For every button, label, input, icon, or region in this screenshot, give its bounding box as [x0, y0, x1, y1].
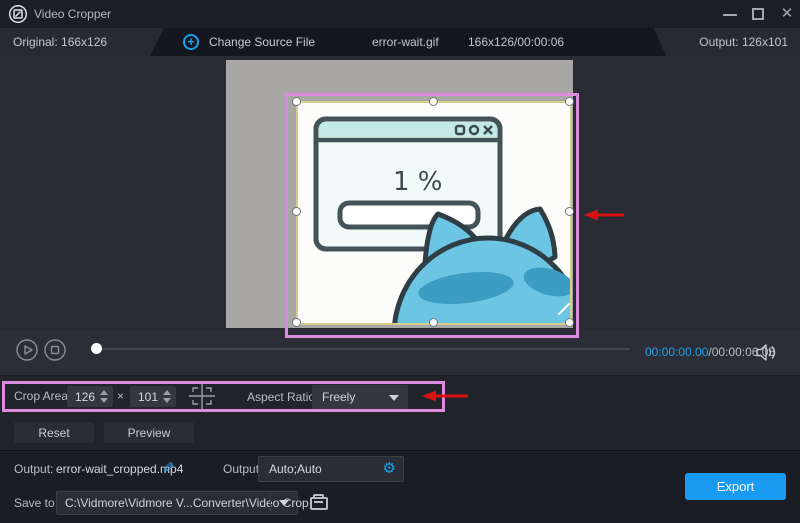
- crop-width-stepper[interactable]: [67, 386, 113, 407]
- annotation-arrow-crop-icon: [584, 208, 624, 222]
- crop-height-spin-arrows: [163, 388, 173, 405]
- stop-button[interactable]: [44, 339, 66, 361]
- annotation-arrow-controls-icon: [422, 389, 468, 403]
- save-to-label: Save to:: [14, 491, 58, 515]
- playback-bar: 00:00:00.00/00:00:06.05: [0, 330, 800, 375]
- crop-position-icon: [189, 383, 215, 409]
- combobox-divider: [270, 494, 271, 512]
- crop-area-label: Crop Area:: [14, 386, 71, 407]
- preview-area: 1 %: [0, 56, 800, 330]
- crop-height-input[interactable]: [130, 386, 160, 407]
- plus-icon: +: [183, 34, 199, 50]
- crop-handle-bottom-center[interactable]: [429, 318, 438, 327]
- crop-handle-top-left[interactable]: [292, 97, 301, 106]
- crop-width-spin-arrows: [100, 388, 110, 405]
- save-path-value: C:\Vidmore\Vidmore V...Converter\Video C…: [65, 492, 309, 514]
- original-size-tab: Original: 166x126: [0, 28, 164, 56]
- stop-icon: [52, 347, 59, 354]
- seek-slider-track[interactable]: [100, 348, 630, 350]
- volume-button[interactable]: [756, 344, 778, 361]
- chevron-down-icon: [389, 395, 399, 401]
- output-profile-dropdown[interactable]: Auto;Auto ⚙: [258, 456, 404, 482]
- minimize-icon: [723, 14, 737, 16]
- window-title: Video Cropper: [34, 0, 111, 28]
- maximize-icon: [752, 8, 764, 20]
- play-icon: [25, 346, 32, 354]
- crop-controls-section: Crop Area: × Aspect Ratio: Freely Reset …: [0, 375, 800, 450]
- source-filename: error-wait.gif: [372, 28, 439, 56]
- cartoon-percent-text: 1 %: [393, 167, 443, 197]
- crop-width-input[interactable]: [67, 386, 97, 407]
- title-bar: Video Cropper ✕: [0, 0, 800, 28]
- cartoon-frame: 1 %: [298, 103, 570, 323]
- minimize-button[interactable]: [718, 0, 742, 28]
- preview-button[interactable]: Preview: [104, 422, 194, 443]
- save-path-combobox[interactable]: C:\Vidmore\Vidmore V...Converter\Video C…: [56, 491, 298, 515]
- close-button[interactable]: ✕: [774, 0, 800, 28]
- output-profile-value: Auto;Auto: [269, 457, 322, 481]
- edit-filename-icon[interactable]: ✎: [162, 456, 175, 482]
- output-filename-label: Output:: [14, 456, 53, 482]
- app-logo-icon: [8, 4, 28, 24]
- current-time: 00:00:00.00: [645, 345, 708, 359]
- open-folder-button[interactable]: [306, 492, 332, 514]
- source-size-duration: 166x126/00:00:06: [468, 28, 564, 56]
- crop-selection-region[interactable]: 1 %: [296, 101, 572, 325]
- crop-handle-middle-right[interactable]: [565, 207, 574, 216]
- aspect-ratio-label: Aspect Ratio:: [247, 386, 318, 409]
- chevron-down-icon[interactable]: [279, 500, 289, 506]
- dimensions-times-symbol: ×: [117, 386, 124, 407]
- spin-down-icon[interactable]: [100, 398, 108, 403]
- crop-position-button[interactable]: [189, 383, 215, 409]
- gear-icon[interactable]: ⚙: [383, 457, 396, 481]
- bottom-bar: Output: error-wait_cropped.mp4 ✎ Output:…: [0, 450, 800, 523]
- crop-handle-top-center[interactable]: [429, 97, 438, 106]
- crop-handle-bottom-right[interactable]: [565, 318, 574, 327]
- crop-height-stepper[interactable]: [130, 386, 176, 407]
- aspect-ratio-dropdown[interactable]: Freely: [312, 385, 408, 409]
- seek-slider-knob[interactable]: [91, 343, 102, 354]
- reset-button[interactable]: Reset: [14, 422, 94, 443]
- change-source-file-label: Change Source File: [209, 28, 315, 56]
- aspect-ratio-value: Freely: [322, 385, 355, 409]
- play-button[interactable]: [16, 339, 38, 361]
- output-size-tab: Output: 126x101: [636, 28, 800, 56]
- info-bar: Original: 166x126 + Change Source File e…: [0, 28, 800, 56]
- folder-icon: [310, 497, 328, 510]
- speaker-icon: [757, 345, 766, 360]
- crop-handle-top-right[interactable]: [565, 97, 574, 106]
- spin-down-icon[interactable]: [163, 398, 171, 403]
- export-button[interactable]: Export: [685, 473, 786, 500]
- crop-handle-middle-left[interactable]: [292, 207, 301, 216]
- crop-handle-bottom-left[interactable]: [292, 318, 301, 327]
- output-profile-label: Output:: [223, 456, 262, 482]
- spin-up-icon[interactable]: [100, 390, 108, 395]
- spin-up-icon[interactable]: [163, 390, 171, 395]
- maximize-button[interactable]: [746, 0, 770, 28]
